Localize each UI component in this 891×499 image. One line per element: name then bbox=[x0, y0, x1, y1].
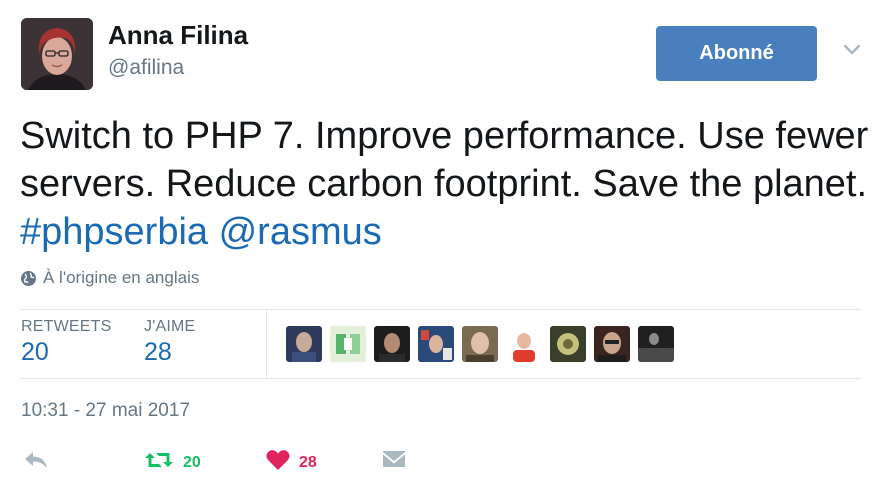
globe-icon bbox=[20, 270, 37, 287]
tweet-text-plain: Switch to PHP 7. Improve performance. Us… bbox=[20, 115, 869, 205]
reply-button[interactable] bbox=[22, 448, 50, 477]
chevron-down-icon[interactable] bbox=[842, 42, 862, 58]
tweet-card: Anna Filina @afilina Abonné Switch to PH… bbox=[0, 0, 891, 499]
hashtag-link[interactable]: #phpserbia bbox=[20, 211, 208, 253]
retweet-button[interactable]: 20 bbox=[143, 448, 201, 477]
direct-message-button[interactable] bbox=[381, 448, 407, 475]
translation-note: À l'origine en anglais bbox=[20, 268, 199, 288]
stats-divider-bottom bbox=[20, 378, 861, 379]
retweet-icon bbox=[143, 448, 175, 477]
retweets-stat[interactable]: RETWEETS 20 bbox=[21, 318, 112, 367]
stats-separator bbox=[266, 309, 267, 379]
liker-avatar[interactable] bbox=[418, 326, 454, 362]
author-avatar[interactable] bbox=[21, 18, 93, 90]
retweets-label: RETWEETS bbox=[21, 318, 112, 335]
retweet-count: 20 bbox=[183, 453, 201, 471]
like-count: 28 bbox=[299, 453, 317, 471]
liker-avatar[interactable] bbox=[506, 326, 542, 362]
liker-avatar[interactable] bbox=[462, 326, 498, 362]
heart-icon bbox=[265, 448, 291, 477]
liker-avatar[interactable] bbox=[374, 326, 410, 362]
liker-avatar[interactable] bbox=[550, 326, 586, 362]
reply-icon bbox=[22, 448, 50, 477]
translation-note-text: À l'origine en anglais bbox=[43, 268, 200, 287]
mention-link[interactable]: @rasmus bbox=[219, 211, 382, 253]
likes-label: J'AIME bbox=[144, 318, 196, 335]
liker-avatar[interactable] bbox=[330, 326, 366, 362]
liker-avatar[interactable] bbox=[638, 326, 674, 362]
author-screen-name[interactable]: @afilina bbox=[108, 56, 184, 80]
likes-stat[interactable]: J'AIME 28 bbox=[144, 318, 195, 367]
tweet-timestamp[interactable]: 10:31 - 27 mai 2017 bbox=[21, 400, 190, 422]
author-display-name[interactable]: Anna Filina bbox=[108, 20, 248, 51]
avatar-portrait bbox=[21, 18, 93, 90]
liker-avatar[interactable] bbox=[286, 326, 322, 362]
likers-avatars bbox=[286, 326, 674, 362]
stats-divider-top bbox=[20, 309, 861, 310]
like-button[interactable]: 28 bbox=[265, 448, 317, 477]
liker-avatar[interactable] bbox=[594, 326, 630, 362]
retweets-count: 20 bbox=[21, 338, 49, 366]
following-button[interactable]: Abonné bbox=[656, 26, 817, 81]
likes-count: 28 bbox=[144, 338, 172, 366]
envelope-icon bbox=[381, 448, 407, 475]
tweet-text: Switch to PHP 7. Improve performance. Us… bbox=[20, 112, 870, 256]
